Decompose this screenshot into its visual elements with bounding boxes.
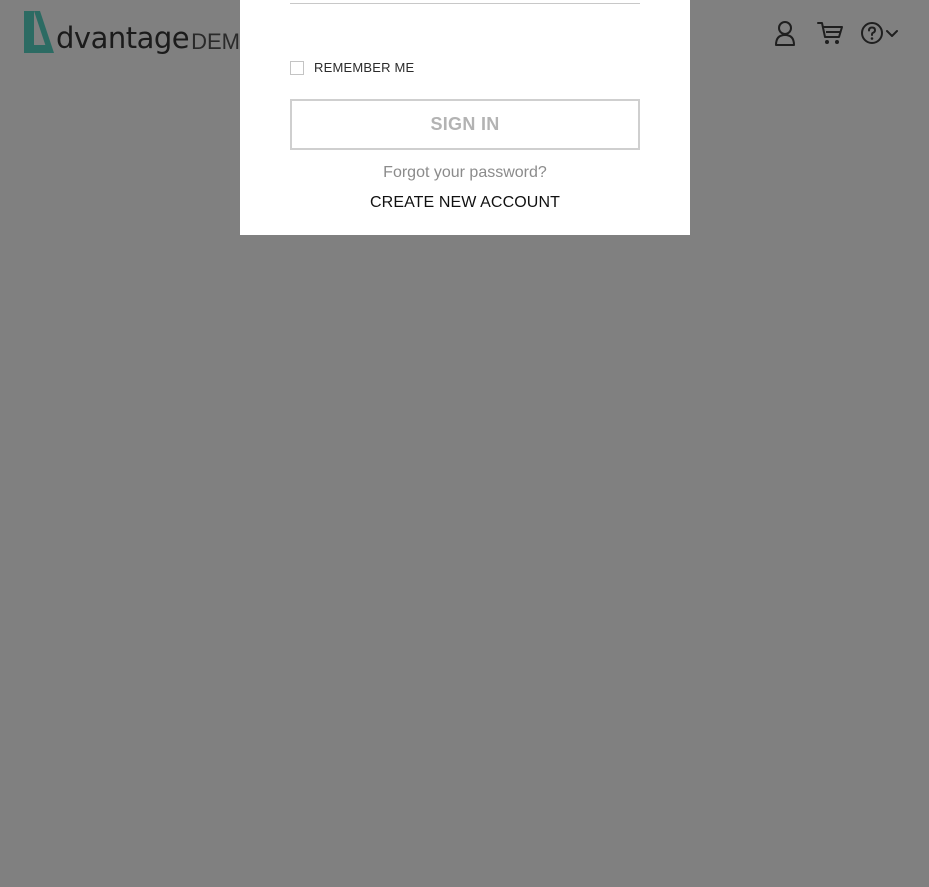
help-menu-button[interactable] (860, 21, 898, 45)
logo-word: dvantage (56, 21, 190, 55)
advantage-demo-logo[interactable]: dvantage DEMO (22, 9, 257, 55)
login-modal: REMEMBER ME SIGN IN Forgot your password… (240, 0, 690, 235)
user-menu-button[interactable] (772, 19, 798, 47)
remember-me-label: REMEMBER ME (314, 60, 415, 75)
password-field-underline[interactable] (290, 3, 640, 4)
cart-icon (817, 22, 843, 44)
header-icons (772, 19, 898, 47)
sign-in-button[interactable]: SIGN IN (290, 99, 640, 150)
remember-me-checkbox[interactable] (290, 60, 304, 75)
forgot-password-link[interactable]: Forgot your password? (240, 164, 690, 182)
remember-me-option[interactable]: REMEMBER ME (290, 60, 414, 75)
cart-button[interactable] (816, 19, 844, 47)
user-icon (775, 21, 795, 46)
logo-mark-icon (24, 11, 54, 53)
help-icon (861, 22, 883, 44)
create-new-account-link[interactable]: CREATE NEW ACCOUNT (240, 194, 690, 212)
chevron-down-icon (886, 30, 898, 37)
